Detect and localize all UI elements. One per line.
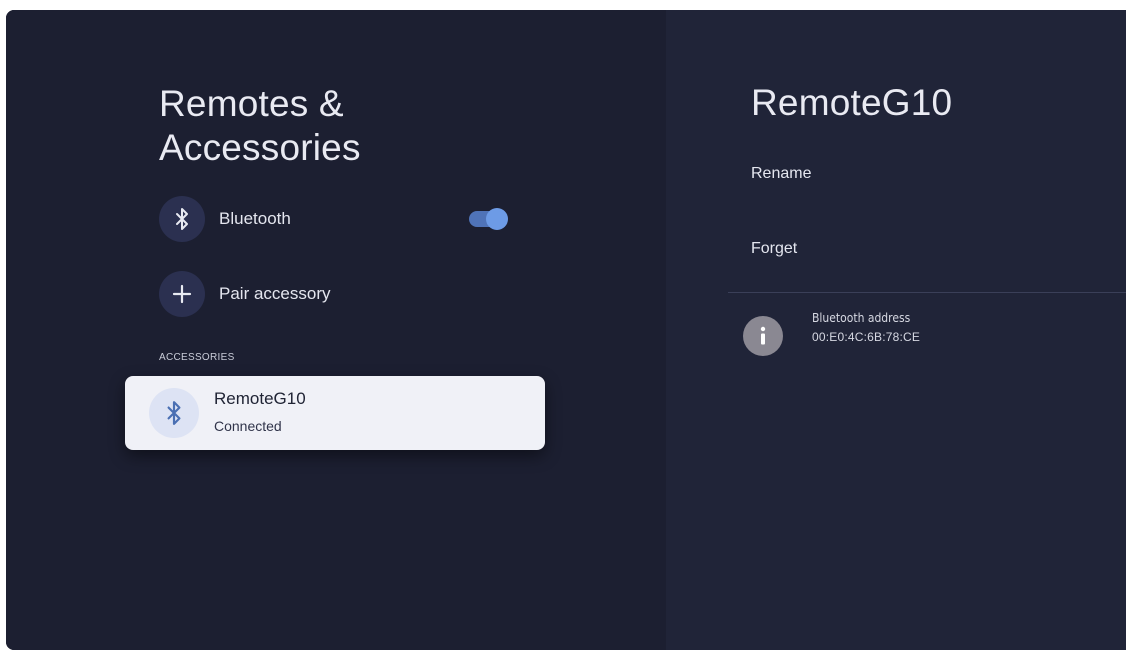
bluetooth-row[interactable]: Bluetooth bbox=[159, 195, 519, 243]
bluetooth-icon bbox=[149, 388, 199, 438]
info-icon bbox=[743, 316, 783, 356]
bluetooth-icon bbox=[159, 196, 205, 242]
accessory-status: Connected bbox=[214, 418, 282, 434]
accessories-section-header: ACCESSORIES bbox=[159, 352, 235, 363]
pair-accessory-label: Pair accessory bbox=[219, 284, 331, 303]
divider bbox=[728, 292, 1126, 293]
accessory-name: RemoteG10 bbox=[214, 389, 306, 408]
bluetooth-toggle[interactable] bbox=[469, 208, 509, 230]
bluetooth-address-label: Bluetooth address bbox=[812, 311, 911, 325]
rename-item[interactable]: Rename bbox=[751, 165, 811, 183]
toggle-knob bbox=[486, 208, 508, 230]
bluetooth-address-value: 00:E0:4C:6B:78:CE bbox=[812, 330, 921, 344]
pair-accessory-row[interactable]: Pair accessory bbox=[159, 270, 519, 318]
forget-item[interactable]: Forget bbox=[751, 240, 797, 258]
detail-title: RemoteG10 bbox=[751, 82, 953, 123]
tv-settings-screen: Remotes & Accessories Bluetooth Pair acc… bbox=[6, 10, 1126, 650]
left-panel: Remotes & Accessories Bluetooth Pair acc… bbox=[6, 10, 666, 650]
accessory-card-remoteg10[interactable]: RemoteG10 Connected bbox=[125, 376, 545, 450]
page-title: Remotes & Accessories bbox=[159, 83, 361, 168]
plus-icon bbox=[159, 271, 205, 317]
right-panel: RemoteG10 Rename Forget Bluetooth addres… bbox=[666, 10, 1126, 650]
bluetooth-label: Bluetooth bbox=[219, 209, 291, 228]
